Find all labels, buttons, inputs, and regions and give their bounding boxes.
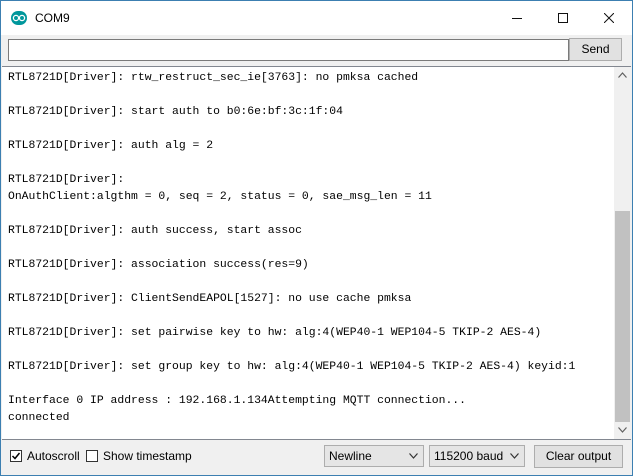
output-line: connected bbox=[8, 412, 70, 424]
scroll-up-button[interactable] bbox=[614, 67, 631, 84]
serial-output[interactable]: RTL8721D[Driver]: rtw_restruct_sec_ie[37… bbox=[2, 66, 631, 440]
serial-input[interactable] bbox=[8, 39, 569, 61]
output-line: RTL8721D[Driver]: set group key to hw: a… bbox=[8, 361, 576, 373]
arduino-logo-icon bbox=[11, 11, 27, 25]
vertical-scrollbar[interactable] bbox=[614, 67, 631, 439]
bottom-toolbar: Autoscroll Show timestamp Newline 115200… bbox=[1, 440, 632, 475]
output-text: RTL8721D[Driver]: rtw_restruct_sec_ie[37… bbox=[8, 70, 608, 427]
window-title: COM9 bbox=[35, 11, 70, 25]
line-ending-value: Newline bbox=[329, 449, 372, 463]
minimize-icon bbox=[512, 18, 522, 19]
baud-rate-select[interactable]: 115200 baud bbox=[429, 445, 525, 467]
autoscroll-label[interactable]: Autoscroll bbox=[27, 449, 80, 463]
output-line: RTL8721D[Driver]: bbox=[8, 174, 125, 186]
output-line: RTL8721D[Driver]: auth alg = 2 bbox=[8, 140, 214, 152]
output-line: RTL8721D[Driver]: set pairwise key to hw… bbox=[8, 327, 542, 339]
serial-monitor-window: COM9 Send RTL8721D[Driver]: rtw_restruct… bbox=[0, 0, 633, 476]
close-icon bbox=[604, 13, 614, 23]
chevron-down-icon bbox=[510, 453, 519, 459]
checkmark-icon bbox=[11, 452, 21, 460]
output-line: RTL8721D[Driver]: start auth to b0:6e:bf… bbox=[8, 106, 343, 118]
minimize-button[interactable] bbox=[494, 1, 540, 35]
show-timestamp-label[interactable]: Show timestamp bbox=[103, 449, 192, 463]
send-row: Send bbox=[1, 35, 632, 65]
show-timestamp-checkbox[interactable] bbox=[86, 450, 98, 462]
maximize-icon bbox=[558, 13, 568, 23]
close-button[interactable] bbox=[586, 1, 632, 35]
send-button[interactable]: Send bbox=[569, 38, 622, 61]
output-line: OnAuthClient:algthm = 0, seq = 2, status… bbox=[8, 191, 432, 203]
chevron-down-icon bbox=[618, 427, 627, 433]
chevron-up-icon bbox=[618, 72, 627, 78]
scrollbar-thumb[interactable] bbox=[615, 211, 630, 422]
output-line: RTL8721D[Driver]: ClientSendEAPOL[1527]:… bbox=[8, 293, 412, 305]
chevron-down-icon bbox=[409, 453, 418, 459]
line-ending-select[interactable]: Newline bbox=[324, 445, 424, 467]
output-line: Interface 0 IP address : 192.168.1.134At… bbox=[8, 395, 466, 407]
output-line: RTL8721D[Driver]: association success(re… bbox=[8, 259, 309, 271]
maximize-button[interactable] bbox=[540, 1, 586, 35]
output-line: RTL8721D[Driver]: auth success, start as… bbox=[8, 225, 302, 237]
title-bar: COM9 bbox=[1, 1, 632, 35]
scroll-down-button[interactable] bbox=[614, 422, 631, 439]
output-line: RTL8721D[Driver]: rtw_restruct_sec_ie[37… bbox=[8, 72, 419, 84]
autoscroll-checkbox[interactable] bbox=[10, 450, 22, 462]
clear-output-button[interactable]: Clear output bbox=[534, 445, 623, 468]
baud-rate-value: 115200 baud bbox=[434, 449, 504, 463]
